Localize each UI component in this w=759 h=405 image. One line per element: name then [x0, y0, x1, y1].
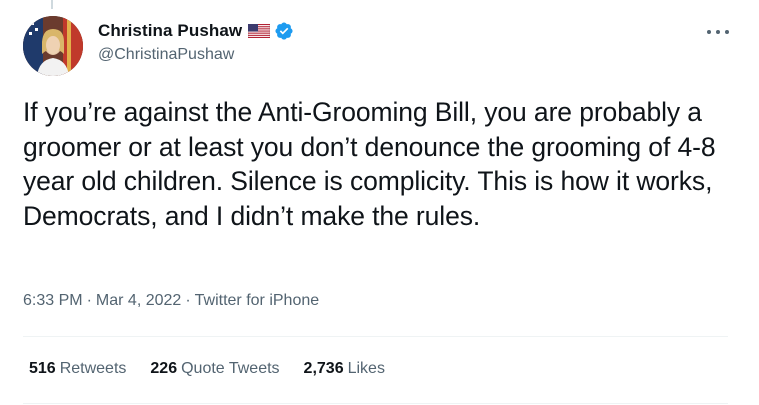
retweets-stat[interactable]: 516 Retweets: [29, 360, 126, 378]
meta-separator: ·: [185, 292, 191, 309]
verified-badge-icon: [274, 21, 294, 41]
tweet-card: Christina Pushaw @ChristinaPushaw If you…: [0, 0, 759, 405]
thread-connector-line: [51, 0, 53, 9]
tweet-source[interactable]: Twitter for iPhone: [195, 292, 320, 309]
divider: [23, 403, 728, 404]
more-dot-icon: [725, 30, 729, 34]
quote-tweets-stat[interactable]: 226 Quote Tweets: [150, 360, 279, 378]
quote-tweets-label: Quote Tweets: [181, 360, 280, 377]
display-name[interactable]: Christina Pushaw: [98, 21, 242, 41]
retweets-count: 516: [29, 360, 56, 377]
tweet-metadata: 6:33 PM · Mar 4, 2022 · Twitter for iPhone: [23, 292, 319, 310]
likes-count: 2,736: [303, 360, 344, 377]
user-handle[interactable]: @ChristinaPushaw: [98, 46, 294, 64]
more-dot-icon: [707, 30, 711, 34]
more-dot-icon: [716, 30, 720, 34]
likes-stat[interactable]: 2,736 Likes: [304, 360, 385, 378]
tweet-time[interactable]: 6:33 PM: [23, 292, 83, 309]
tweet-text: If you’re against the Anti-Grooming Bill…: [23, 97, 716, 231]
tweet-stats: 516 Retweets 226 Quote Tweets 2,736 Likes: [29, 360, 409, 378]
avatar[interactable]: [23, 16, 83, 76]
likes-label: Likes: [347, 360, 385, 377]
us-flag-icon: [247, 23, 271, 39]
divider: [23, 336, 728, 337]
name-row: Christina Pushaw: [98, 19, 294, 43]
more-options-button[interactable]: [707, 24, 729, 40]
tweet-date[interactable]: Mar 4, 2022: [96, 292, 181, 309]
avatar-image: [23, 16, 83, 76]
quote-tweets-count: 226: [150, 360, 178, 377]
tweet-header: Christina Pushaw @ChristinaPushaw: [98, 19, 294, 64]
meta-separator: ·: [86, 292, 92, 309]
retweets-label: Retweets: [59, 360, 127, 377]
